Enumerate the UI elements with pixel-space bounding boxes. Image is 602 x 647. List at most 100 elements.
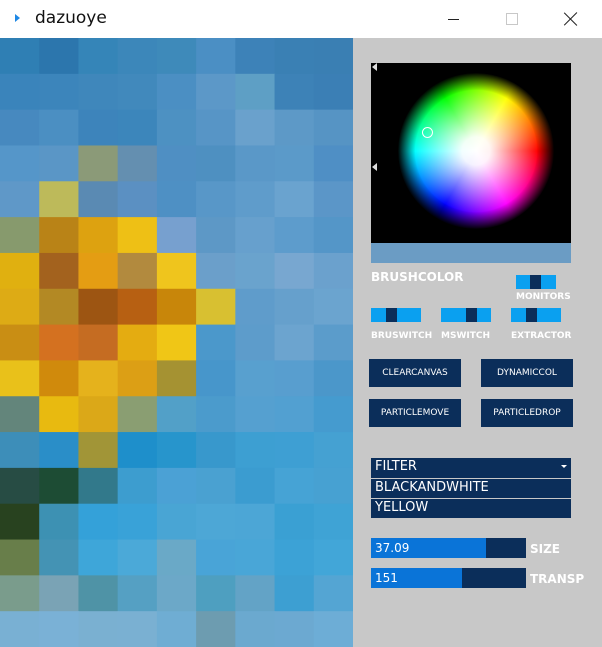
particlemove-button[interactable]: PARTICLEMOVE (369, 399, 461, 427)
canvas-pixel (235, 324, 276, 362)
transp-value: 151 (375, 571, 398, 585)
canvas-pixel (196, 145, 236, 182)
canvas-pixel (0, 288, 40, 326)
minimize-button[interactable] (430, 0, 476, 38)
canvas-pixel (313, 611, 353, 647)
canvas-pixel (156, 38, 197, 75)
color-cursor[interactable] (422, 127, 433, 138)
close-button[interactable] (548, 0, 594, 38)
canvas-pixel (78, 360, 119, 397)
monitors-label: MONITORS (516, 292, 571, 302)
canvas-pixel (196, 252, 236, 290)
transp-slider[interactable]: 151 (371, 568, 526, 588)
canvas-pixel (274, 38, 315, 75)
canvas-pixel (78, 109, 119, 147)
filter-option-yellow[interactable]: YELLOW (371, 499, 571, 518)
mswitch-toggle[interactable] (441, 308, 491, 322)
canvas-pixel (274, 109, 315, 147)
filter-option-blackandwhite[interactable]: BLACKANDWHITE (371, 479, 571, 498)
canvas-pixel (0, 575, 40, 612)
canvas-pixel (0, 396, 40, 433)
canvas-pixel (39, 360, 80, 397)
saturation-marker-icon[interactable] (372, 163, 377, 171)
toggle-knob (530, 275, 541, 289)
canvas-pixel (156, 145, 197, 182)
particledrop-button[interactable]: PARTICLEDROP (481, 399, 573, 427)
canvas-pixel (156, 539, 197, 576)
canvas-pixel (0, 611, 40, 647)
canvas-pixel (235, 575, 276, 612)
filter-dropdown[interactable]: FILTER (371, 458, 571, 478)
canvas-pixel (313, 396, 353, 433)
maximize-button[interactable] (489, 0, 535, 38)
canvas-pixel (313, 539, 353, 576)
canvas-pixel (313, 181, 353, 218)
canvas-pixel (0, 503, 40, 541)
canvas-pixel (156, 252, 197, 290)
canvas-pixel (196, 396, 236, 433)
filter-option-label: YELLOW (375, 500, 429, 515)
minimize-icon (447, 18, 459, 20)
canvas-pixel (235, 467, 276, 505)
canvas-pixel (274, 467, 315, 505)
clearcanvas-button[interactable]: CLEARCANVAS (369, 359, 461, 387)
canvas-pixel (117, 109, 158, 147)
canvas-pixel (235, 288, 276, 326)
canvas-pixel (39, 539, 80, 576)
canvas-pixel (117, 288, 158, 326)
canvas-pixel (117, 181, 158, 218)
canvas-pixel (156, 611, 197, 647)
canvas-pixel (39, 38, 80, 75)
canvas-pixel (196, 503, 236, 541)
canvas-pixel (235, 432, 276, 469)
canvas-pixel (117, 252, 158, 290)
extractor-toggle[interactable] (511, 308, 561, 322)
canvas-pixel (274, 503, 315, 541)
canvas-pixel (274, 181, 315, 218)
canvas-pixel (235, 360, 276, 397)
canvas-pixel (117, 503, 158, 541)
canvas-pixel (156, 217, 197, 254)
size-slider[interactable]: 37.09 (371, 538, 526, 558)
canvas-pixel (196, 217, 236, 254)
monitors-toggle[interactable] (516, 275, 556, 289)
transp-label: TRANSP (530, 572, 585, 586)
toggle-knob (526, 308, 537, 322)
canvas-pixel (196, 611, 236, 647)
canvas-pixel (196, 288, 236, 326)
bruswitch-toggle[interactable] (371, 308, 421, 322)
canvas-pixel (0, 324, 40, 362)
canvas-pixel (156, 360, 197, 397)
canvas-pixel (78, 217, 119, 254)
canvas-pixel (274, 324, 315, 362)
canvas-pixel (0, 38, 40, 75)
canvas-pixel (196, 73, 236, 111)
color-wheel[interactable] (398, 73, 554, 229)
canvas-pixel (78, 181, 119, 218)
canvas-pixel (313, 503, 353, 541)
canvas-pixel (313, 73, 353, 111)
color-preview (371, 243, 571, 263)
canvas-pixel (0, 145, 40, 182)
color-picker[interactable] (371, 63, 571, 243)
canvas-pixel (117, 539, 158, 576)
canvas-pixel (196, 324, 236, 362)
canvas-pixel (39, 252, 80, 290)
canvas-pixel (117, 396, 158, 433)
canvas-pixel (39, 145, 80, 182)
dynamiccol-button[interactable]: DYNAMICCOL (481, 359, 573, 387)
canvas-pixel (156, 432, 197, 469)
canvas-pixel (78, 288, 119, 326)
canvas-pixel (196, 432, 236, 469)
canvas-pixel (274, 432, 315, 469)
canvas-pixel (235, 73, 276, 111)
canvas-pixel (78, 539, 119, 576)
canvas-pixel (196, 38, 236, 75)
canvas-pixel (274, 539, 315, 576)
brightness-marker-icon[interactable] (372, 63, 377, 71)
canvas-pixel (274, 145, 315, 182)
canvas-pixel (78, 467, 119, 505)
canvas-pixel (196, 467, 236, 505)
title-bar: dazuoye (0, 0, 602, 38)
drawing-canvas[interactable] (0, 38, 353, 647)
